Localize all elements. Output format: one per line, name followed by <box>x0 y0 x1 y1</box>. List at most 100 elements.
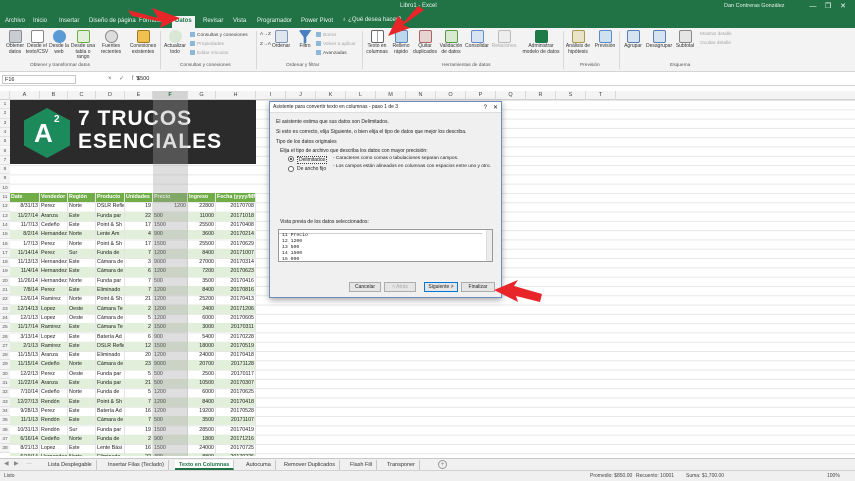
table-cell[interactable]: 20170605 <box>216 313 256 324</box>
row-number[interactable]: 35 <box>0 416 10 426</box>
column-header[interactable]: R <box>526 91 556 100</box>
table-cell[interactable]: Hernandez <box>40 230 68 240</box>
finish-button[interactable]: Finalizar <box>461 282 495 292</box>
table-cell[interactable]: 20700 <box>188 360 216 370</box>
table-cell[interactable]: 25200 <box>188 295 216 305</box>
tab-formulas[interactable]: Fórmulas <box>136 16 167 28</box>
minimize-button[interactable]: — <box>808 2 818 11</box>
table-cell[interactable]: Cámara de <box>96 313 125 324</box>
column-header[interactable]: K <box>316 91 346 100</box>
table-cell[interactable]: DSLR Refle <box>96 341 125 352</box>
column-header[interactable]: C <box>68 91 96 100</box>
relleno-rapido-button[interactable]: Relleno rápido <box>388 30 414 55</box>
quitar-duplicados-button[interactable]: Quitar duplicados <box>412 30 438 55</box>
table-cell[interactable]: Perez <box>40 239 68 249</box>
table-cell[interactable]: Ramirez <box>40 295 68 305</box>
table-cell[interactable]: 20170228 <box>216 332 256 342</box>
table-cell[interactable]: 7 <box>125 286 153 296</box>
column-header[interactable]: S <box>556 91 586 100</box>
table-cell[interactable]: 2 <box>125 304 153 314</box>
table-cell[interactable]: Batería Ad <box>96 406 125 417</box>
table-cell[interactable]: 11/4/14 <box>10 267 40 277</box>
column-header[interactable]: G <box>188 91 216 100</box>
table-cell[interactable]: 8800 <box>188 453 216 456</box>
table-cell[interactable]: 20170625 <box>216 388 256 398</box>
row-number[interactable]: 10 <box>0 183 10 193</box>
table-cell[interactable]: Perez <box>40 286 68 296</box>
table-cell[interactable]: Rendón <box>40 397 68 407</box>
sheet-tab-remover-duplicados[interactable]: Remover Duplicados <box>280 460 341 470</box>
table-cell[interactable]: Lente Bási <box>96 444 125 454</box>
row-number[interactable]: 2 <box>0 109 10 119</box>
table-cell[interactable]: 5 <box>125 388 153 398</box>
table-cell[interactable]: 20170629 <box>216 239 256 249</box>
table-cell[interactable]: 22 <box>125 453 153 456</box>
table-cell[interactable]: Cedeño <box>40 434 68 445</box>
table-cell[interactable]: Eliminado <box>96 286 125 296</box>
table-cell[interactable]: 20170725 <box>216 444 256 454</box>
table-cell[interactable]: 20170528 <box>216 406 256 417</box>
prevision-button[interactable]: Previsión <box>592 30 618 50</box>
editar-vinculos-button[interactable]: Editar vínculos <box>190 50 228 56</box>
row-number[interactable]: 14 <box>0 220 10 231</box>
table-cell[interactable]: Rendón <box>40 416 68 426</box>
consolidar-button[interactable]: Consolidar <box>464 30 490 50</box>
table-cell[interactable]: Hernandez <box>40 267 68 277</box>
row-number[interactable]: 16 <box>0 239 10 249</box>
sheet-tab-lista-desplegable[interactable]: Lista Desplegable <box>44 460 97 470</box>
tab-revisar[interactable]: Revisar <box>200 16 226 28</box>
table-cell[interactable]: 20171128 <box>216 360 256 370</box>
table-cell[interactable]: 8400 <box>188 286 216 296</box>
table-cell[interactable]: 5 <box>125 313 153 324</box>
table-cell[interactable]: Este <box>68 351 96 361</box>
cancel-button[interactable]: Cancelar <box>349 282 381 292</box>
table-cell[interactable]: Este <box>68 323 96 333</box>
table-cell[interactable]: 20170416 <box>216 276 256 286</box>
table-cell[interactable]: Rendón <box>40 425 68 435</box>
table-cell[interactable]: 20171107 <box>216 416 256 426</box>
row-number[interactable]: 13 <box>0 211 10 221</box>
table-cell[interactable]: Norte <box>68 453 96 456</box>
table-cell[interactable]: Este <box>68 379 96 389</box>
subtotal-button[interactable]: Subtotal <box>672 30 698 50</box>
table-cell[interactable]: Este <box>68 341 96 352</box>
tab-insertar[interactable]: Insertar <box>56 16 82 28</box>
table-cell[interactable]: 12/27/13 <box>10 397 40 407</box>
sheet-tab-flash-fill[interactable]: Flash Fill <box>346 460 378 470</box>
agrupar-button[interactable]: Agrupar <box>620 30 646 50</box>
table-cell[interactable]: 5400 <box>188 332 216 342</box>
table-cell[interactable]: Cámara de <box>96 416 125 426</box>
table-cell[interactable]: Cámara de <box>96 360 125 370</box>
table-cell[interactable]: Norte <box>68 295 96 305</box>
table-cell[interactable]: 7 <box>125 397 153 407</box>
table-header-cell[interactable]: Vendedor <box>40 193 68 203</box>
consultas-conexiones-button[interactable]: Consultas y conexiones <box>190 32 248 38</box>
table-cell[interactable]: Lopez <box>40 444 68 454</box>
row-number[interactable]: 25 <box>0 323 10 333</box>
table-cell[interactable]: Este <box>68 416 96 426</box>
row-number[interactable]: 17 <box>0 248 10 259</box>
table-cell[interactable]: Lopez <box>40 313 68 324</box>
table-cell[interactable]: 20170307 <box>216 379 256 389</box>
table-cell[interactable]: 11/1/13 <box>10 416 40 426</box>
table-cell[interactable]: Cámara de <box>96 258 125 268</box>
tab-inicio[interactable]: Inicio <box>30 16 50 28</box>
table-header-cell[interactable]: Región <box>68 193 96 203</box>
table-header-cell[interactable]: Ingreso <box>188 193 216 203</box>
table-cell[interactable]: Norte <box>68 360 96 370</box>
table-cell[interactable]: 28500 <box>188 425 216 435</box>
table-cell[interactable]: 8/21/13 <box>10 444 40 454</box>
row-number[interactable]: 18 <box>0 258 10 268</box>
table-cell[interactable]: 7200 <box>188 267 216 277</box>
row-number[interactable]: 9 <box>0 174 10 184</box>
table-cell[interactable]: Este <box>68 267 96 277</box>
row-number[interactable]: 7 <box>0 155 10 166</box>
borrar-button[interactable]: Borrar <box>316 32 336 38</box>
table-cell[interactable]: 8/31/13 <box>10 202 40 212</box>
table-cell[interactable]: Lente Am <box>96 230 125 240</box>
table-cell[interactable]: 18000 <box>188 341 216 352</box>
ancho-fijo-label[interactable]: De ancho fijo <box>297 166 326 172</box>
table-cell[interactable]: Point & Sh <box>96 295 125 305</box>
table-cell[interactable]: 21 <box>125 379 153 389</box>
table-cell[interactable]: 20171216 <box>216 434 256 445</box>
